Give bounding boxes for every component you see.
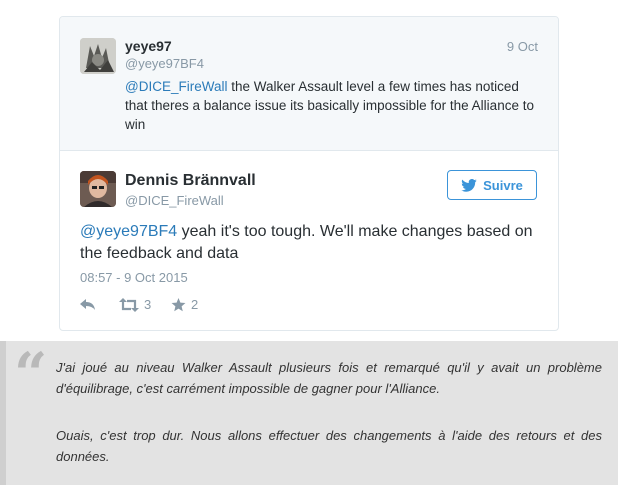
- reply-icon: [80, 299, 95, 310]
- quote-icon: “: [14, 340, 48, 408]
- main-author-handle[interactable]: @DICE_FireWall: [125, 193, 224, 208]
- follow-button[interactable]: Suivre: [447, 170, 537, 200]
- retweet-icon: [119, 297, 139, 312]
- parent-mention-link[interactable]: @DICE_FireWall: [125, 79, 227, 94]
- embedded-tweet-card: yeye97 @yeye97BF4 9 Oct @DICE_FireWall t…: [59, 16, 559, 331]
- star-icon: [171, 297, 186, 311]
- main-tweet-text: @yeye97BF4 yeah it's too tough. We'll ma…: [80, 221, 550, 265]
- parent-tweet-text: @DICE_FireWall the Walker Assault level …: [125, 77, 543, 134]
- twitter-bird-icon: [461, 178, 477, 192]
- main-avatar[interactable]: [80, 171, 116, 207]
- retweet-count: 3: [144, 297, 152, 312]
- parent-author-handle[interactable]: @yeye97BF4: [125, 56, 204, 71]
- like-count: 2: [191, 297, 199, 312]
- parent-avatar[interactable]: [80, 38, 116, 74]
- follow-button-label: Suivre: [483, 177, 523, 193]
- parent-tweet: yeye97 @yeye97BF4 9 Oct @DICE_FireWall t…: [60, 17, 558, 151]
- translation-paragraph-2: Ouais, c'est trop dur. Nous allons effec…: [56, 428, 602, 464]
- main-mention-link[interactable]: @yeye97BF4: [80, 223, 177, 240]
- main-author-name[interactable]: Dennis Brännvall: [125, 172, 256, 190]
- translation-quote: “ J'ai joué au niveau Walker Assault plu…: [0, 341, 618, 485]
- main-tweet-timestamp[interactable]: 08:57 - 9 Oct 2015: [80, 270, 188, 285]
- translation-paragraph-1: J'ai joué au niveau Walker Assault plusi…: [56, 360, 602, 396]
- parent-tweet-date[interactable]: 9 Oct: [507, 39, 538, 54]
- like-button[interactable]: 2: [171, 297, 198, 312]
- retweet-button[interactable]: 3: [119, 297, 151, 312]
- reply-button[interactable]: [80, 297, 96, 311]
- parent-author-name[interactable]: yeye97: [125, 38, 172, 54]
